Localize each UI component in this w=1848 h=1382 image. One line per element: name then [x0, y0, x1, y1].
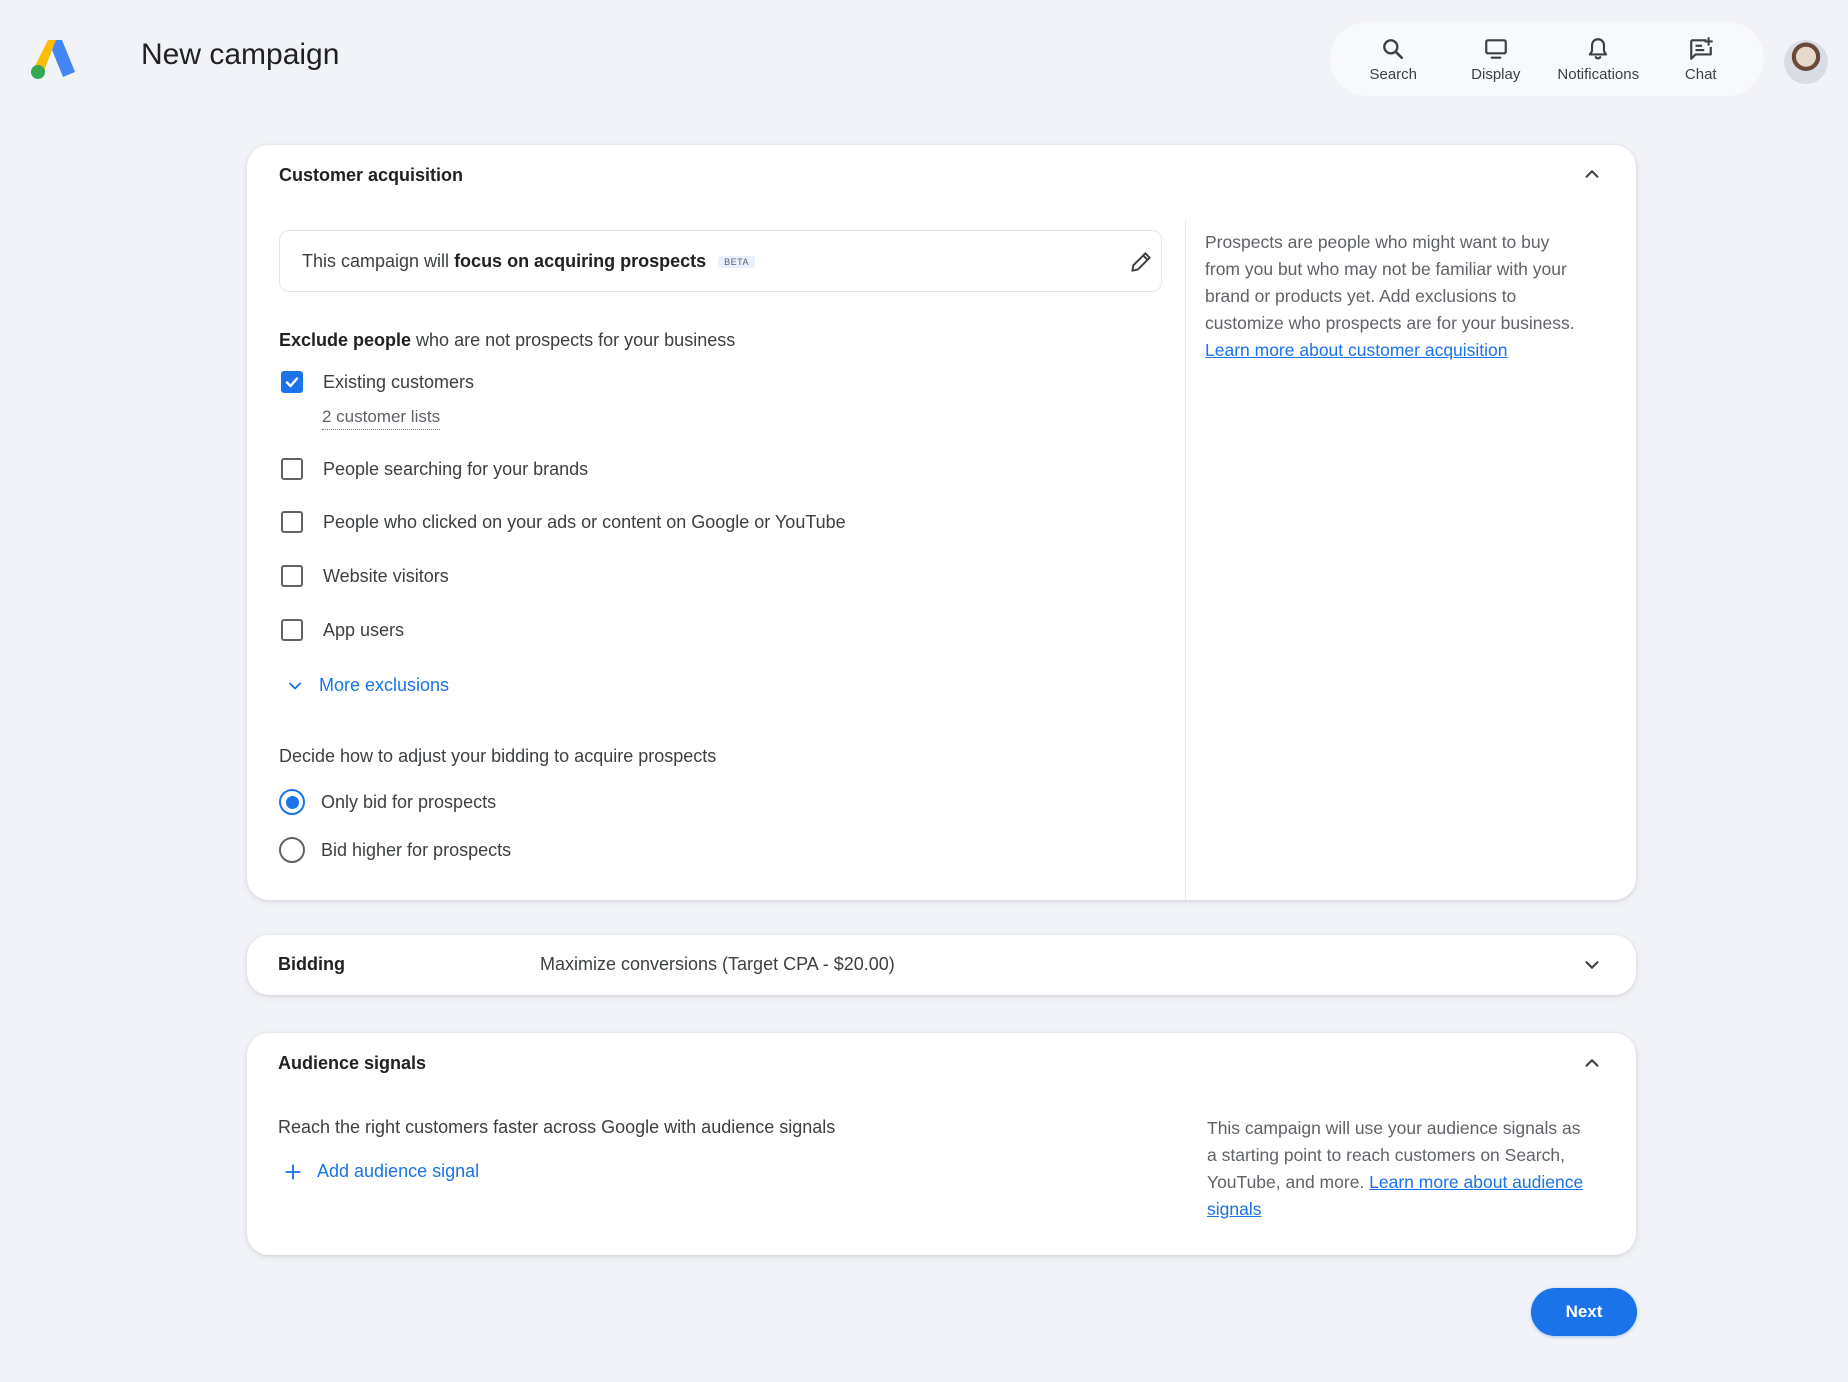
customer-acquisition-title: Customer acquisition [279, 165, 464, 185]
display-icon [1484, 38, 1507, 59]
exclude-heading: Exclude people who are not prospects for… [279, 330, 735, 351]
edit-pencil-icon[interactable] [1128, 249, 1154, 275]
exclusion-existing-customers[interactable]: Existing customers [281, 371, 474, 393]
add-audience-signal-label: Add audience signal [317, 1161, 480, 1181]
audience-signals-card: Audience signals Reach the right custome… [247, 1033, 1636, 1255]
acquisition-help-text: Prospects are people who might want to b… [1205, 229, 1580, 364]
page-title: New campaign [141, 38, 340, 71]
exclusion-ad-clickers[interactable]: People who clicked on your ads or conten… [281, 511, 846, 533]
campaign-focus-text: This campaign will focus on acquiring pr… [302, 251, 755, 272]
customer-lists-link[interactable]: 2 customer lists [322, 407, 441, 430]
notifications-label: Notifications [1557, 65, 1640, 83]
bell-icon [1589, 37, 1608, 59]
bidding-card[interactable]: Bidding Maximize conversions (Target CPA… [247, 935, 1636, 995]
checkbox[interactable] [281, 619, 303, 641]
vertical-divider [1185, 220, 1186, 900]
checkbox[interactable] [281, 565, 303, 587]
focus-bold: focus on acquiring prospects [454, 251, 707, 271]
exclusion-label: Existing customers [323, 371, 475, 392]
chevron-up-icon[interactable] [1581, 163, 1603, 185]
exclusion-app-users[interactable]: App users [281, 619, 404, 641]
learn-more-acquisition-link[interactable]: Learn more about customer acquisition [1205, 340, 1508, 360]
checkbox[interactable] [281, 458, 303, 480]
radio-only-bid-prospects[interactable]: Only bid for prospects [279, 789, 496, 815]
chevron-down-icon [289, 682, 301, 689]
display-label: Display [1471, 65, 1521, 83]
exclusion-label: People searching for your brands [323, 458, 589, 479]
exclude-rest: who are not prospects for your business [411, 330, 736, 350]
radio-bid-higher-prospects[interactable]: Bid higher for prospects [279, 837, 511, 863]
top-bar: New campaign Search Display Notification… [0, 0, 1848, 120]
more-exclusions-toggle[interactable]: More exclusions [285, 675, 449, 696]
chevron-down-icon[interactable] [1581, 954, 1603, 976]
focus-prefix: This campaign will [302, 251, 455, 271]
bidding-value: Maximize conversions (Target CPA - $20.0… [540, 954, 895, 974]
add-audience-signal-button[interactable]: Add audience signal [283, 1161, 479, 1182]
chat-label: Chat [1684, 65, 1717, 83]
plus-icon [285, 1163, 301, 1180]
exclude-bold: Exclude people [279, 330, 412, 350]
radio-label: Only bid for prospects [321, 791, 497, 812]
customer-acquisition-card: Customer acquisition This campaign will … [247, 145, 1636, 900]
exclusion-label: People who clicked on your ads or conten… [323, 511, 846, 532]
radio-label: Bid higher for prospects [321, 839, 512, 860]
beta-badge: BETA [718, 256, 755, 269]
exclusion-label: App users [323, 619, 405, 640]
audience-signals-title: Audience signals [278, 1053, 427, 1073]
bidding-label: Bidding [278, 954, 345, 974]
chat-button[interactable]: Chat [1650, 27, 1752, 91]
campaign-focus-box: This campaign will focus on acquiring pr… [279, 230, 1162, 292]
notifications-button[interactable]: Notifications [1547, 27, 1649, 91]
radio[interactable] [279, 837, 305, 863]
display-button[interactable]: Display [1445, 27, 1547, 91]
exclusion-website-visitors[interactable]: Website visitors [281, 565, 449, 587]
bid-adjust-heading: Decide how to adjust your bidding to acq… [279, 746, 717, 766]
acquisition-help-body: Prospects are people who might want to b… [1205, 232, 1575, 333]
header-tools: Search Display Notifications Chat [1330, 22, 1764, 96]
chevron-up-icon[interactable] [1581, 1052, 1603, 1074]
audience-description: Reach the right customers faster across … [278, 1117, 836, 1137]
more-exclusions-label: More exclusions [319, 675, 450, 695]
next-button[interactable]: Next [1531, 1288, 1637, 1336]
exclusion-brand-searchers[interactable]: People searching for your brands [281, 458, 588, 480]
google-ads-logo[interactable] [28, 36, 76, 80]
search-label: Search [1369, 65, 1418, 83]
check-icon [285, 377, 299, 388]
avatar[interactable] [1784, 40, 1828, 84]
audience-help-text: This campaign will use your audience sig… [1207, 1115, 1587, 1223]
checkbox-checked[interactable] [281, 371, 303, 393]
exclusion-label: Website visitors [323, 565, 449, 586]
radio-selected[interactable] [279, 789, 305, 815]
search-icon [1383, 38, 1404, 59]
search-button[interactable]: Search [1342, 27, 1444, 91]
checkbox[interactable] [281, 511, 303, 533]
chat-icon [1689, 36, 1713, 60]
